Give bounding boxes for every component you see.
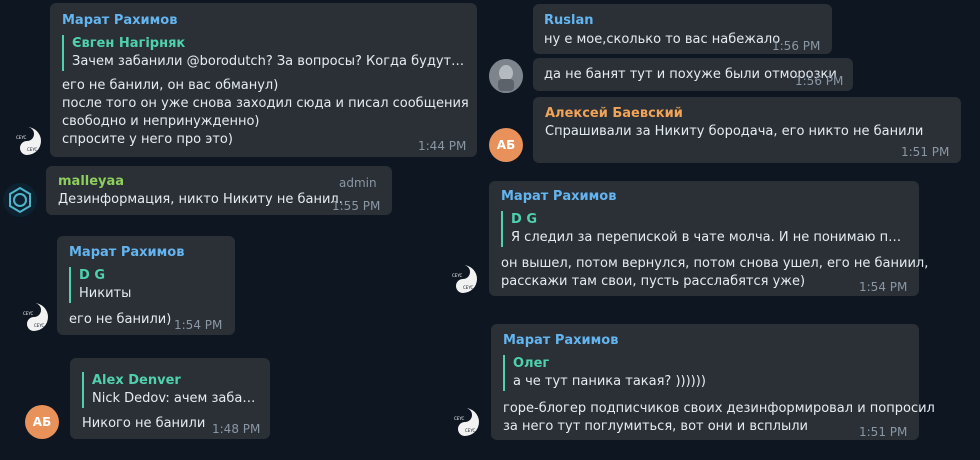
user-avatar[interactable]: АБ	[25, 405, 59, 439]
quote-text: Nick Dedov: ачем забан...	[92, 391, 258, 406]
message-time: 1:54 PM	[859, 280, 908, 294]
message-time: 1:48 PM	[212, 422, 261, 436]
message-time: 1:51 PM	[859, 425, 908, 439]
yin-yang-avatar-icon	[446, 262, 480, 296]
yin-yang-avatar-icon	[17, 300, 51, 334]
message-bubble[interactable]: Alex Denver Nick Dedov: ачем забан... Ни…	[70, 358, 270, 439]
message-time: 1:56 PM	[795, 74, 844, 88]
message-bubble[interactable]: malleyaa admin Дезинформация, никто Ники…	[46, 166, 392, 215]
message-time: 1:44 PM	[418, 139, 467, 153]
user-avatar[interactable]	[10, 124, 44, 158]
quote-text: Зачем забанили @borodutch? За вопросы? К…	[72, 54, 467, 69]
message-bubble[interactable]: Марат Рахимов D G Я следил за перепиской…	[489, 181, 928, 296]
message-bubble[interactable]: Марат Рахимов Олег а че тут паника такая…	[491, 324, 935, 440]
quote-author: D G	[511, 212, 537, 227]
quote-text: а че тут паника такая? ))))))	[513, 374, 706, 389]
message-text-line: за него тут поглумиться, вот они и всплы…	[503, 419, 808, 434]
message-text-line: он вышел, потом вернулся, потом снова уш…	[501, 256, 929, 271]
message-text-line: расскажи там свои, пусть расслабятся уже…	[501, 274, 806, 289]
message-text-line: спросите у него про это)	[62, 132, 233, 147]
user-avatar[interactable]	[448, 405, 482, 439]
message-sender[interactable]: Алексей Баевский	[545, 105, 683, 123]
avatar-initials: АБ	[32, 415, 52, 429]
quote-author: Олег	[513, 356, 550, 371]
message-text-line: его не банили)	[69, 312, 172, 327]
avatar-initials: АБ	[496, 138, 516, 152]
message-bubble[interactable]: да не банят тут и похуже были отморозки …	[533, 58, 853, 91]
user-avatar[interactable]	[3, 183, 37, 217]
message-bubble[interactable]: Марат Рахимов Євген Нагірняк Зачем забан…	[50, 3, 477, 157]
message-bubble[interactable]: Ruslan ну е мое,сколько то вас набежало …	[533, 4, 832, 54]
user-avatar[interactable]	[17, 300, 51, 334]
yin-yang-avatar-icon	[448, 405, 482, 439]
message-sender[interactable]: Марат Рахимов	[501, 188, 616, 206]
message-sender[interactable]: Марат Рахимов	[69, 244, 184, 262]
message-text-line: его не банили, он вас обманул)	[62, 78, 279, 93]
message-sender[interactable]: Ruslan	[544, 12, 594, 30]
hexagon-logo-icon	[3, 183, 37, 217]
quote-author: Євген Нагірняк	[72, 36, 186, 51]
message-text-line: Дезинформация, никто Никиту не банил.	[58, 192, 343, 207]
message-time: 1:55 PM	[332, 199, 381, 213]
quote-text: Никиты	[79, 286, 132, 301]
message-time: 1:51 PM	[901, 145, 950, 159]
reply-quote[interactable]: D G Я следил за перепиской в чате молча.…	[501, 211, 906, 247]
reply-quote[interactable]: Олег а че тут паника такая? ))))))	[503, 355, 908, 391]
user-avatar[interactable]	[446, 262, 480, 296]
yin-yang-avatar-icon	[10, 124, 44, 158]
message-time: 1:54 PM	[174, 318, 223, 332]
reply-quote[interactable]: Alex Denver Nick Dedov: ачем забан...	[82, 372, 258, 408]
message-bubble[interactable]: Марат Рахимов D G Никиты его не банили) …	[57, 236, 235, 335]
quote-text: Я следил за перепиской в чате молча. И н…	[511, 230, 906, 245]
message-text-line: Спрашивали за Никиту бородача, его никто…	[545, 124, 924, 139]
message-text-line: после того он уже снова заходил сюда и п…	[62, 96, 469, 111]
quote-author: D G	[79, 268, 105, 283]
profile-photo-icon	[489, 59, 523, 93]
message-text-line: да не банят тут и похуже были отморозки	[544, 67, 837, 82]
message-sender[interactable]: Марат Рахимов	[503, 332, 618, 350]
message-text-line: ну е мое,сколько то вас набежало	[544, 32, 781, 47]
reply-quote[interactable]: Євген Нагірняк Зачем забанили @borodutch…	[62, 35, 467, 71]
quote-author: Alex Denver	[92, 373, 181, 388]
message-bubble[interactable]: Алексей Баевский Спрашивали за Никиту бо…	[533, 97, 961, 163]
message-text-line: Никого не банили	[82, 416, 206, 431]
message-time: 1:56 PM	[772, 39, 821, 53]
message-text-line: свободно и непринужденно)	[62, 114, 260, 129]
user-avatar[interactable]: АБ	[489, 128, 523, 162]
admin-badge: admin	[339, 176, 377, 190]
message-text-line: горе-блогер подписчиков своих дезинформи…	[503, 401, 935, 416]
reply-quote[interactable]: D G Никиты	[69, 267, 219, 303]
message-sender[interactable]: malleyaa	[58, 173, 124, 191]
user-avatar[interactable]	[489, 59, 523, 93]
message-sender[interactable]: Марат Рахимов	[62, 12, 177, 30]
